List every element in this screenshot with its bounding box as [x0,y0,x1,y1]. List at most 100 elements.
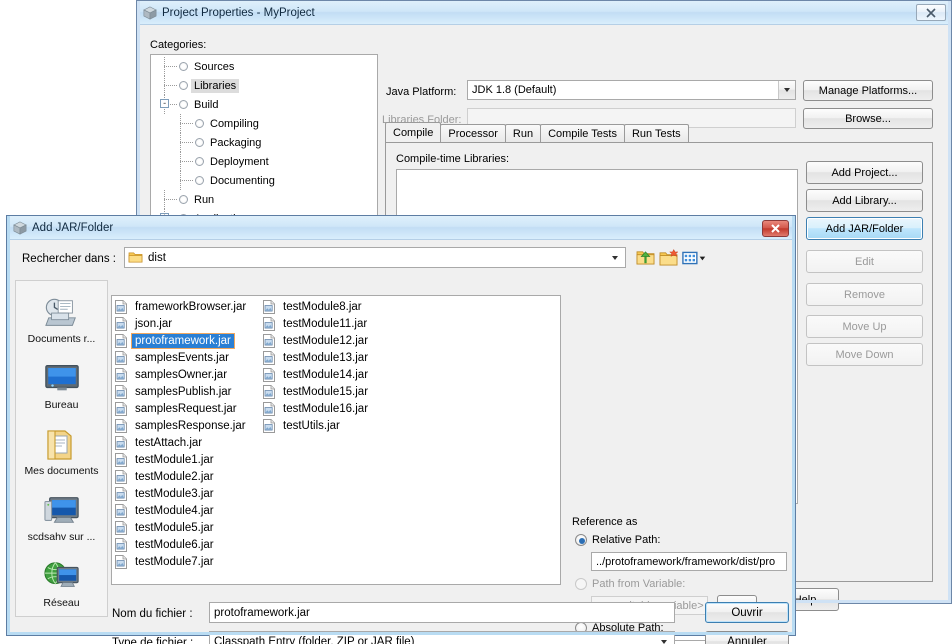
compile-time-libraries-label: Compile-time Libraries: [396,153,510,165]
tree-item-sources[interactable]: Sources [151,57,377,76]
manage-platforms-button[interactable]: Manage Platforms... [803,80,933,101]
file-item[interactable]: testModule14.jar [263,366,371,383]
tree-item-documenting[interactable]: Documenting [151,171,377,190]
place-item[interactable]: Documents r... [16,281,107,347]
tree-item-build[interactable]: - Build [151,95,377,114]
jar-file-icon [263,384,275,399]
file-type-label: Type de fichier : [112,637,194,644]
tree-item-packaging[interactable]: Packaging [151,133,377,152]
tree-item-label: Documenting [210,174,275,187]
place-item[interactable]: Réseau [16,545,107,611]
tree-item-libraries[interactable]: Libraries [151,76,377,95]
compile-tabs[interactable]: Compile Processor Run Compile Tests Run Test… [385,122,689,142]
relative-path-field[interactable]: ../protoframework/framework/dist/pro [591,552,787,571]
look-in-combo[interactable]: dist [124,247,626,268]
tab-processor[interactable]: Processor [440,124,506,142]
file-item[interactable]: testModule16.jar [263,400,371,417]
file-item[interactable]: protoframework.jar [115,332,249,349]
file-item[interactable]: testModule12.jar [263,332,371,349]
file-item[interactable]: samplesOwner.jar [115,366,249,383]
tree-guide [169,133,195,152]
look-in-label: Rechercher dans : [22,253,116,265]
file-item[interactable]: samplesResponse.jar [115,417,249,434]
radio-icon [575,578,587,590]
tab-compile[interactable]: Compile [385,122,442,142]
categories-tree[interactable]: Sources Libraries - Build Compiling Packaging… [150,54,378,235]
project-properties-title: Project Properties - MyProject [162,6,315,19]
file-item[interactable]: testModule3.jar [115,485,249,502]
file-item[interactable]: samplesRequest.jar [115,400,249,417]
jar-file-icon [263,299,275,314]
cube-icon [143,6,157,20]
file-item[interactable]: samplesPublish.jar [115,383,249,400]
tree-item-run[interactable]: Run [151,190,377,209]
java-platform-combo[interactable]: JDK 1.8 (Default) [467,80,796,100]
file-item[interactable]: testModule4.jar [115,502,249,519]
file-item[interactable]: testModule8.jar [263,298,371,315]
chevron-down-icon[interactable] [654,632,674,644]
java-platform-value: JDK 1.8 (Default) [472,84,557,96]
close-button[interactable] [916,4,946,21]
file-item[interactable]: testModule1.jar [115,451,249,468]
relative-path-radio[interactable]: Relative Path: [575,534,660,546]
tree-item-label: Compiling [210,117,259,130]
file-item[interactable]: testModule13.jar [263,349,371,366]
jar-file-icon [115,435,127,450]
cancel-button[interactable]: Annuler [705,631,789,644]
tree-guide [153,76,179,95]
add-jar-folder-button[interactable]: Add JAR/Folder [806,217,923,240]
file-item-label: testModule15.jar [283,385,369,398]
tree-item-compiling[interactable]: Compiling [151,114,377,133]
tree-item-label: Libraries [191,78,240,93]
edit-button: Edit [806,250,923,273]
file-item-label: testModule7.jar [135,555,214,568]
jar-file-icon [263,333,275,348]
tree-item-deployment[interactable]: Deployment [151,152,377,171]
my-documents-icon [44,429,80,463]
add-jar-folder-titlebar: Add JAR/Folder [7,216,795,240]
file-item[interactable]: testModule5.jar [115,519,249,536]
file-item[interactable]: testModule7.jar [115,553,249,570]
file-list[interactable]: frameworkBrowser.jar json.jar protoframewo… [111,295,561,585]
file-item[interactable]: testAttach.jar [115,434,249,451]
file-item[interactable]: testModule11.jar [263,315,371,332]
tab-run-tests[interactable]: Run Tests [623,124,689,142]
browse-button[interactable]: Browse... [803,108,933,129]
jar-file-icon [263,367,275,382]
tree-expander-icon[interactable]: - [160,99,169,108]
file-item[interactable]: testModule15.jar [263,383,371,400]
place-item[interactable]: Bureau [16,347,107,413]
file-item-label: testModule11.jar [283,317,368,330]
file-item[interactable]: samplesEvents.jar [115,349,249,366]
file-item[interactable]: testUtils.jar [263,417,371,434]
tree-node-icon [179,62,188,71]
tab-run[interactable]: Run [504,124,542,142]
file-item[interactable]: json.jar [115,315,249,332]
places-sidebar[interactable]: Documents r... Bureau Mes documents scdsahv… [15,280,108,617]
add-library-button[interactable]: Add Library... [806,189,923,212]
open-button[interactable]: Ouvrir [705,602,789,623]
place-item[interactable]: Mes documents [16,413,107,479]
file-item-label: frameworkBrowser.jar [135,300,247,313]
chevron-down-icon[interactable] [605,248,625,267]
jar-file-icon [115,333,127,348]
file-item[interactable]: frameworkBrowser.jar [115,298,249,315]
new-folder-icon[interactable] [658,247,679,268]
file-item[interactable]: testModule2.jar [115,468,249,485]
add-project-button[interactable]: Add Project... [806,161,923,184]
file-name-field[interactable]: protoframework.jar [209,602,675,623]
jar-file-icon [115,486,127,501]
cube-icon [13,221,27,235]
path-from-variable-radio[interactable]: Path from Variable: [575,578,685,590]
chevron-down-icon[interactable] [778,81,795,99]
place-item[interactable]: scdsahv sur ... [16,479,107,545]
up-one-level-icon[interactable] [635,247,656,268]
file-type-combo[interactable]: Classpath Entry (folder, ZIP or JAR file… [209,631,675,644]
tree-node-icon [195,176,204,185]
view-menu-icon[interactable] [681,247,709,268]
file-item-label: testAttach.jar [135,436,203,449]
tab-compile-tests[interactable]: Compile Tests [540,124,625,142]
jar-file-icon [115,316,127,331]
file-item[interactable]: testModule6.jar [115,536,249,553]
close-button[interactable] [762,220,789,237]
